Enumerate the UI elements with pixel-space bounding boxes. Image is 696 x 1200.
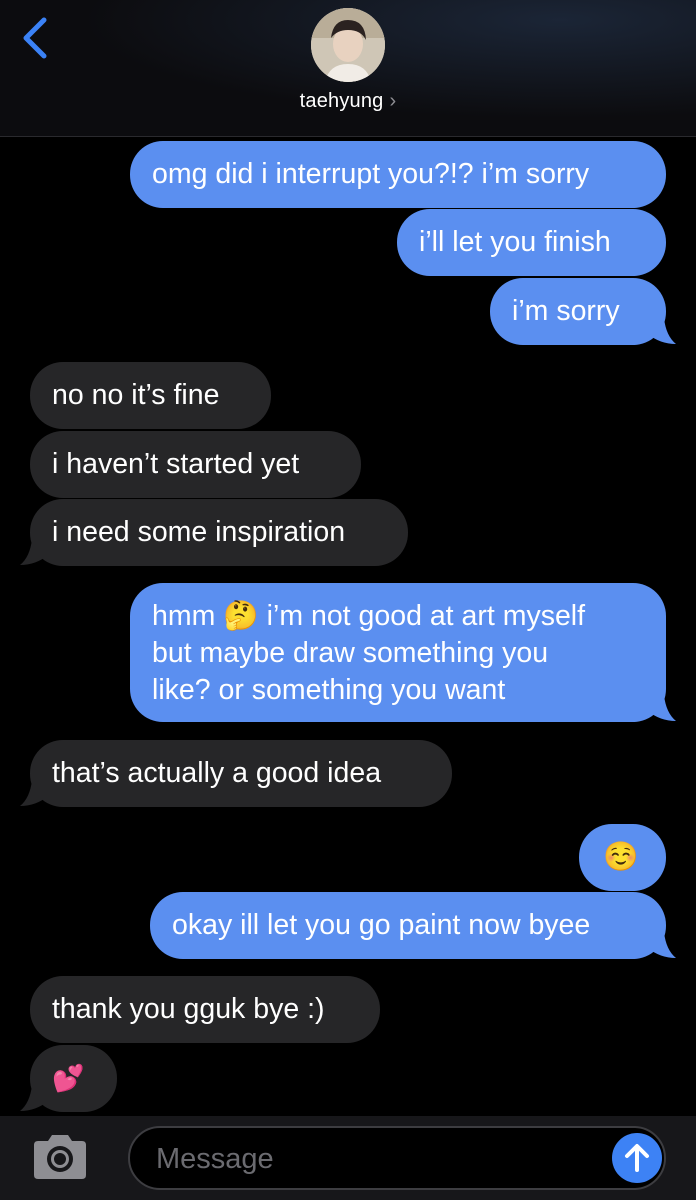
message-text: i haven’t started yet xyxy=(52,448,300,480)
message-text: okay ill let you go paint now byee xyxy=(172,909,591,941)
message-text: thank you gguk bye :) xyxy=(52,993,325,1025)
message-text: omg did i interrupt you?!? i’m sorry xyxy=(152,158,590,190)
camera-icon[interactable] xyxy=(30,1133,90,1181)
message-text: i need some inspiration xyxy=(52,516,346,548)
chevron-left-icon[interactable] xyxy=(18,16,52,60)
bubble-tail xyxy=(20,539,48,565)
message-bubble-sent[interactable]: i’m sorry xyxy=(490,278,666,345)
avatar[interactable] xyxy=(311,8,385,82)
message-text: i’ll let you finish xyxy=(419,226,611,258)
contact-name-label: taehyung xyxy=(299,90,384,112)
message-bubble-sent[interactable]: ☺️ xyxy=(579,824,666,891)
chevron-right-icon: › xyxy=(389,90,397,112)
message-bubble-received[interactable]: that’s actually a good idea xyxy=(30,740,452,807)
bubble-tail xyxy=(648,695,676,721)
message-composer xyxy=(0,1116,696,1200)
arrow-up-icon xyxy=(625,1144,649,1172)
message-bubble-sent[interactable]: omg did i interrupt you?!? i’m sorry xyxy=(130,141,666,208)
message-text-line: but maybe draw something you xyxy=(152,637,549,669)
bubble-tail xyxy=(648,318,676,344)
bubble-tail xyxy=(648,932,676,958)
conversation-header: taehyung › xyxy=(0,0,696,137)
message-input[interactable] xyxy=(154,1138,578,1180)
message-text-line: hmm 🤔 i’m not good at art myself xyxy=(152,600,586,632)
message-bubble-received[interactable]: i haven’t started yet xyxy=(30,431,361,498)
contact-name[interactable]: taehyung › xyxy=(0,90,696,113)
bubble-tail xyxy=(20,780,48,806)
message-bubble-sent[interactable]: okay ill let you go paint now byee xyxy=(150,892,666,959)
message-text: that’s actually a good idea xyxy=(52,757,382,789)
message-bubble-sent[interactable]: i’ll let you finish xyxy=(397,209,666,276)
bubble-tail xyxy=(20,1085,48,1111)
message-text: i’m sorry xyxy=(512,295,620,327)
message-text: 💕 xyxy=(52,1063,85,1093)
message-text: ☺️ xyxy=(603,841,639,873)
message-text-line: like? or something you want xyxy=(152,674,506,706)
message-bubble-received[interactable]: i need some inspiration xyxy=(30,499,408,566)
message-bubble-received[interactable]: thank you gguk bye :) xyxy=(30,976,380,1043)
send-button[interactable] xyxy=(612,1133,662,1183)
message-field xyxy=(128,1126,666,1190)
message-text: no no it’s fine xyxy=(52,379,220,411)
message-bubble-received[interactable]: no no it’s fine xyxy=(30,362,271,429)
message-bubble-sent[interactable]: hmm 🤔 i’m not good at art myself but may… xyxy=(130,583,666,722)
